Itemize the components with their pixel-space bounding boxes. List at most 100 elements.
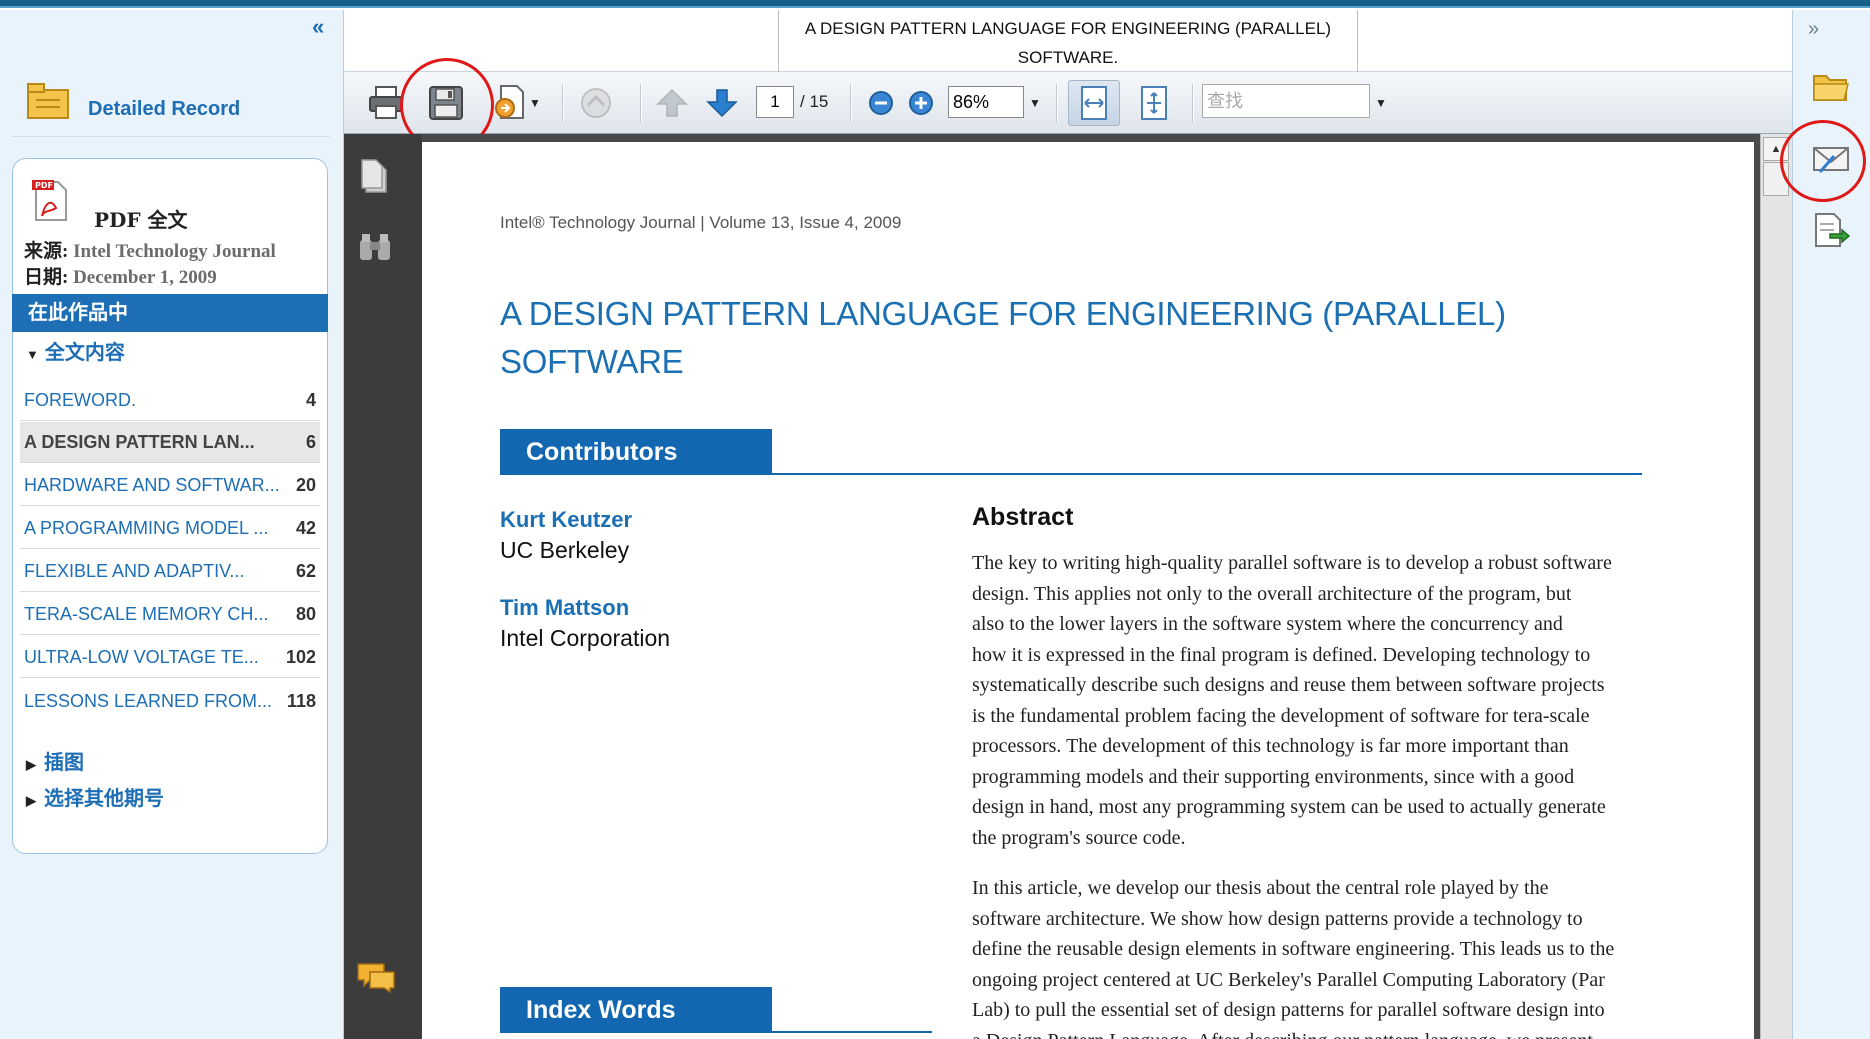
source-value: Intel Technology Journal — [73, 241, 276, 262]
text-line: ongoing project centered at UC Berkeley'… — [972, 968, 1605, 991]
text-line: a Design Pattern Language. After describ… — [972, 1026, 1642, 1039]
toc-item-title: HARDWARE AND SOFTWAR... — [24, 474, 280, 495]
vertical-scrollbar[interactable] — [1760, 134, 1792, 1039]
previous-page-button[interactable] — [652, 80, 692, 126]
toolbar-separator — [1056, 84, 1058, 122]
toc-item-title: A PROGRAMMING MODEL ... — [24, 517, 269, 538]
author-name: Tim Mattson — [500, 595, 630, 620]
text-line: programming models and their supporting … — [972, 765, 1575, 788]
zoom-in-button[interactable] — [904, 80, 938, 126]
zoom-out-button[interactable] — [864, 80, 898, 126]
pdf-fulltext-link[interactable]: PDF 全文 — [94, 204, 188, 233]
author-name: Kurt Keutzer — [500, 507, 633, 532]
fit-width-icon — [1081, 86, 1107, 120]
source-line: 来源: Intel Technology Journal — [24, 236, 276, 263]
page-number-input[interactable]: 1 — [756, 86, 794, 118]
other-issues-expander[interactable]: ▶ 选择其他期号 — [26, 782, 164, 811]
document-export-icon — [495, 85, 525, 119]
title-line-1: A DESIGN PATTERN LANGUAGE FOR ENGINEERIN… — [804, 19, 1332, 38]
document-title-tab[interactable]: A DESIGN PATTERN LANGUAGE FOR ENGINEERIN… — [778, 10, 1358, 72]
toc-item[interactable]: FLEXIBLE AND ADAPTIV... 62 — [20, 551, 320, 592]
toc-item-page: 102 — [285, 646, 316, 667]
contributors-rule — [500, 473, 1642, 475]
caret-right-icon: ▶ — [26, 757, 36, 772]
toc-item-title: TERA-SCALE MEMORY CH... — [24, 603, 269, 624]
journal-header: Intel® Technology Journal | Volume 13, I… — [500, 213, 902, 232]
detailed-record-icon — [26, 80, 72, 122]
text-line: how it is expressed in the final program… — [972, 643, 1591, 666]
dropdown-arrow-icon: ▼ — [529, 96, 541, 110]
pages-thumbnail-button[interactable] — [360, 158, 390, 199]
zoom-in-icon — [909, 91, 933, 115]
toc-item-title: ULTRA-LOW VOLTAGE TE... — [24, 646, 259, 667]
find-input[interactable]: 查找 — [1202, 84, 1370, 118]
highlight-circle-email — [1780, 120, 1866, 202]
toc-item[interactable]: LESSONS LEARNED FROM... 118 — [20, 681, 320, 722]
fit-width-button[interactable] — [1068, 80, 1120, 126]
toc-item[interactable]: HARDWARE AND SOFTWAR... 20 — [20, 465, 320, 506]
toc-item-title: A DESIGN PATTERN LAN... — [24, 431, 255, 452]
figures-expander[interactable]: ▶ 插图 — [26, 746, 84, 775]
toolbar-separator — [562, 84, 564, 122]
zoom-level-input[interactable]: 86% — [948, 86, 1024, 118]
figures-label: 插图 — [44, 752, 84, 774]
toc-heading[interactable]: ▼ 全文内容 — [26, 336, 125, 365]
date-label: 日期: — [24, 267, 69, 288]
toc-item[interactable]: ULTRA-LOW VOLTAGE TE... 102 — [20, 637, 320, 678]
toc-item-active[interactable]: A DESIGN PATTERN LAN... 6 — [20, 422, 320, 463]
next-page-button[interactable] — [702, 80, 742, 126]
other-issues-label: 选择其他期号 — [44, 788, 164, 810]
add-to-folder-button[interactable] — [1812, 70, 1850, 109]
arrow-down-icon — [706, 89, 738, 118]
toolbar-separator — [850, 84, 852, 122]
index-words-rule — [500, 1031, 932, 1033]
contributors-heading: Contributors — [500, 429, 772, 475]
author-affiliation: UC Berkeley — [500, 537, 630, 563]
in-this-work-header: 在此作品中 — [12, 294, 328, 332]
attachments-button[interactable] — [358, 232, 392, 267]
article-title: A DESIGN PATTERN LANGUAGE FOR ENGINEERIN… — [500, 290, 1600, 386]
detailed-record-link[interactable]: Detailed Record — [88, 98, 240, 121]
toolbar-separator — [640, 84, 642, 122]
toc-item-page: 20 — [295, 474, 316, 495]
svg-text:PDF: PDF — [35, 181, 53, 190]
title-line-2: SOFTWARE. — [1017, 48, 1119, 67]
collapse-left-panel-button[interactable]: « — [312, 14, 324, 40]
fit-page-icon — [1141, 86, 1167, 120]
fit-page-button[interactable] — [1130, 80, 1178, 126]
text-line: the program's source code. — [972, 826, 1186, 849]
export-button[interactable] — [1812, 212, 1851, 253]
date-value: December 1, 2009 — [73, 267, 217, 288]
find-dropdown-button[interactable]: ▼ — [1370, 80, 1392, 126]
toc-item-title: FLEXIBLE AND ADAPTIV... — [24, 560, 245, 581]
toc-item-title: FOREWORD. — [24, 389, 136, 410]
toc-item-page: 80 — [295, 603, 316, 624]
toc-item[interactable]: A PROGRAMMING MODEL ... 42 — [20, 508, 320, 549]
comments-button[interactable] — [356, 960, 396, 999]
zoom-dropdown-button[interactable]: ▼ — [1024, 80, 1046, 126]
pdf-file-icon[interactable]: PDF — [30, 178, 72, 224]
window-top-border — [0, 0, 1870, 8]
select-tool-button[interactable] — [576, 80, 620, 126]
dropdown-arrow-icon: ▼ — [1029, 96, 1041, 110]
index-words-heading: Index Words — [500, 987, 772, 1033]
arrow-up-icon — [656, 88, 688, 117]
toolbar-separator — [1192, 84, 1194, 122]
app-window: « Detailed Record PDF PDF 全文 来源: Intel T… — [0, 0, 1870, 1039]
text-line: processors. The development of this tech… — [972, 735, 1569, 757]
divider — [12, 136, 330, 137]
attach-export-button[interactable]: ▼ — [490, 80, 544, 126]
text-line: design in hand, most any programming sys… — [972, 796, 1606, 818]
zoom-out-icon — [869, 91, 893, 115]
pages-icon — [361, 159, 387, 193]
document-side-toolbar — [344, 134, 422, 1039]
toc-item[interactable]: TERA-SCALE MEMORY CH... 80 — [20, 594, 320, 635]
toc-item-page: 62 — [295, 560, 316, 581]
folder-icon — [1813, 75, 1849, 101]
abstract-paragraph-2: In this article, we develop our thesis a… — [972, 873, 1642, 1039]
collapse-right-panel-button[interactable]: » — [1808, 18, 1819, 41]
toc-item-page: 42 — [295, 517, 316, 538]
toc-item[interactable]: FOREWORD. 4 — [20, 380, 320, 421]
comment-bubble-icon — [357, 963, 395, 994]
text-line: design. This applies not only to the ove… — [972, 582, 1572, 605]
